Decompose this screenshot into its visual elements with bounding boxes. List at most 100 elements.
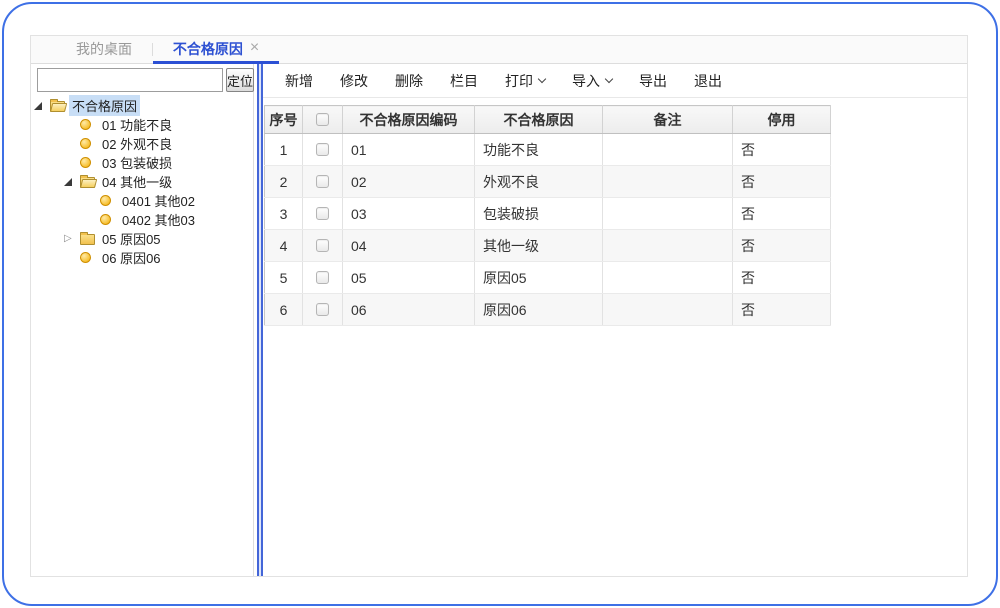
workspace: 定位 不合格原因 01 功能不良 — [31, 64, 967, 576]
cell-reason: 其他一级 — [475, 230, 603, 262]
cell-remark — [603, 294, 733, 326]
col-header-reason[interactable]: 不合格原因 — [475, 106, 603, 134]
row-checkbox[interactable] — [316, 143, 329, 156]
cell-no: 5 — [265, 262, 303, 294]
cell-reason: 原因06 — [475, 294, 603, 326]
cell-code: 03 — [343, 198, 475, 230]
content-panel: 我的桌面 不合格原因 × 定位 不合格原因 — [30, 35, 968, 577]
tree-node-label: 05 原因05 — [99, 228, 164, 249]
exit-button-label: 退出 — [694, 71, 722, 91]
tab-bar: 我的桌面 不合格原因 × — [31, 36, 967, 64]
tree-row-01[interactable]: 01 功能不良 — [31, 115, 253, 134]
tree-node-label: 02 外观不良 — [99, 133, 175, 154]
tree-row-03[interactable]: 03 包装破损 — [31, 153, 253, 172]
cell-disabled: 否 — [733, 166, 831, 198]
cell-checkbox — [303, 198, 343, 230]
print-menu-button[interactable]: 打印 — [505, 71, 545, 91]
cell-disabled: 否 — [733, 294, 831, 326]
cell-no: 3 — [265, 198, 303, 230]
leaf-icon — [80, 138, 99, 149]
row-checkbox[interactable] — [316, 303, 329, 316]
cell-code: 04 — [343, 230, 475, 262]
header-checkbox[interactable] — [316, 113, 329, 126]
row-checkbox[interactable] — [316, 175, 329, 188]
cell-disabled: 否 — [733, 198, 831, 230]
leaf-icon — [80, 119, 99, 130]
tree-row-0401[interactable]: 0401 其他02 — [31, 191, 253, 210]
exit-button[interactable]: 退出 — [694, 71, 722, 91]
cell-remark — [603, 262, 733, 294]
tab-close-icon[interactable]: × — [250, 40, 259, 56]
cell-remark — [603, 198, 733, 230]
tree-row-0402[interactable]: 0402 其他03 — [31, 210, 253, 229]
main-panel: 新增 修改 删除 栏目 打印 导入 — [263, 64, 967, 576]
tree-node-label: 0401 其他02 — [119, 190, 198, 211]
columns-button-label: 栏目 — [450, 71, 478, 91]
cell-disabled: 否 — [733, 134, 831, 166]
locate-button[interactable]: 定位 — [226, 68, 254, 92]
folder-open-icon — [80, 176, 99, 188]
edit-button[interactable]: 修改 — [340, 71, 368, 91]
export-button[interactable]: 导出 — [639, 71, 667, 91]
sidebar: 定位 不合格原因 01 功能不良 — [31, 64, 254, 576]
leaf-icon — [80, 252, 99, 263]
cell-checkbox — [303, 166, 343, 198]
col-header-code[interactable]: 不合格原因编码 — [343, 106, 475, 134]
tree-search-input[interactable] — [37, 68, 223, 92]
import-button-label: 导入 — [572, 71, 600, 91]
table-row[interactable]: 2 02 外观不良 否 — [265, 166, 831, 198]
col-header-remark[interactable]: 备注 — [603, 106, 733, 134]
cell-code: 01 — [343, 134, 475, 166]
cell-code: 05 — [343, 262, 475, 294]
col-header-disabled[interactable]: 停用 — [733, 106, 831, 134]
leaf-icon — [100, 214, 119, 225]
col-header-checkbox — [303, 106, 343, 134]
cell-remark — [603, 230, 733, 262]
tree-node-label: 不合格原因 — [69, 95, 140, 116]
table-row[interactable]: 5 05 原因05 否 — [265, 262, 831, 294]
dropdown-caret-icon — [538, 75, 546, 83]
cell-no: 1 — [265, 134, 303, 166]
cell-checkbox — [303, 262, 343, 294]
expand-icon[interactable] — [64, 178, 80, 186]
row-checkbox[interactable] — [316, 239, 329, 252]
import-menu-button[interactable]: 导入 — [572, 71, 612, 91]
tree-node-label: 06 原因06 — [99, 247, 164, 268]
cell-code: 06 — [343, 294, 475, 326]
tree-node-label: 0402 其他03 — [119, 209, 198, 230]
table-header-row: 序号 不合格原因编码 不合格原因 备注 停用 — [265, 106, 831, 134]
print-button-label: 打印 — [505, 71, 533, 91]
col-header-no[interactable]: 序号 — [265, 106, 303, 134]
collapse-icon[interactable]: ▷ — [64, 234, 80, 244]
cell-disabled: 否 — [733, 262, 831, 294]
folder-closed-icon — [80, 233, 99, 245]
tree-row-02[interactable]: 02 外观不良 — [31, 134, 253, 153]
tab-my-desktop[interactable]: 我的桌面 — [56, 36, 152, 63]
add-button-label: 新增 — [285, 71, 313, 91]
edit-button-label: 修改 — [340, 71, 368, 91]
add-button[interactable]: 新增 — [285, 71, 313, 91]
tree-row-06[interactable]: 06 原因06 — [31, 248, 253, 267]
row-checkbox[interactable] — [316, 271, 329, 284]
cell-disabled: 否 — [733, 230, 831, 262]
cell-checkbox — [303, 134, 343, 166]
table-row[interactable]: 4 04 其他一级 否 — [265, 230, 831, 262]
table-row[interactable]: 1 01 功能不良 否 — [265, 134, 831, 166]
delete-button[interactable]: 删除 — [395, 71, 423, 91]
expand-icon[interactable] — [34, 102, 50, 110]
cell-checkbox — [303, 294, 343, 326]
dropdown-caret-icon — [605, 75, 613, 83]
tree-node-label: 01 功能不良 — [99, 114, 175, 135]
tree-row-root[interactable]: 不合格原因 — [31, 96, 253, 115]
row-checkbox[interactable] — [316, 207, 329, 220]
delete-button-label: 删除 — [395, 71, 423, 91]
tab-reject-reason[interactable]: 不合格原因 × — [153, 36, 279, 64]
data-table: 序号 不合格原因编码 不合格原因 备注 停用 1 01 — [264, 105, 831, 326]
tree-row-05[interactable]: ▷ 05 原因05 — [31, 229, 253, 248]
leaf-icon — [100, 195, 119, 206]
columns-button[interactable]: 栏目 — [450, 71, 478, 91]
table-row[interactable]: 3 03 包装破损 否 — [265, 198, 831, 230]
tree-row-04[interactable]: 04 其他一级 — [31, 172, 253, 191]
cell-reason: 原因05 — [475, 262, 603, 294]
table-row[interactable]: 6 06 原因06 否 — [265, 294, 831, 326]
